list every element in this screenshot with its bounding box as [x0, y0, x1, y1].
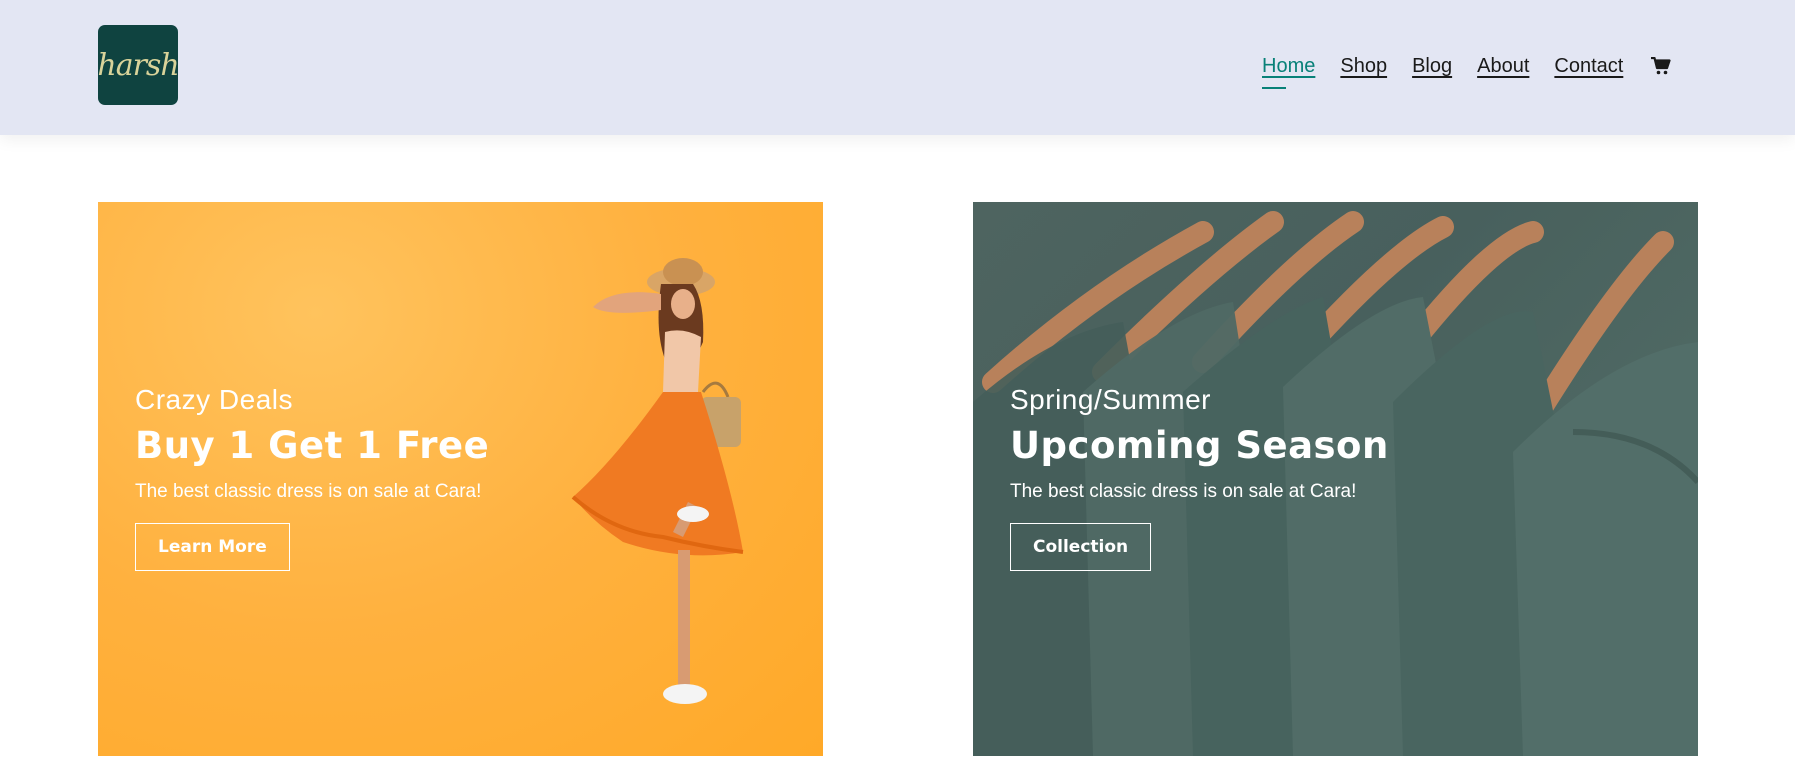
banner-season-content: Spring/Summer Upcoming Season The best c…: [1010, 384, 1389, 571]
banner-text: The best classic dress is on sale at Car…: [1010, 481, 1357, 502]
nav-shop[interactable]: Shop: [1340, 52, 1387, 80]
site-header: harsh Home Shop Blog About Contact: [0, 0, 1795, 135]
banner-deals-content: Crazy Deals Buy 1 Get 1 Free The best cl…: [135, 384, 489, 571]
nav-home[interactable]: Home: [1262, 52, 1315, 89]
cart-icon[interactable]: [1650, 55, 1672, 77]
banner-title: Buy 1 Get 1 Free: [135, 424, 490, 467]
banner-subtitle: Crazy Deals: [135, 384, 293, 415]
banner-subtitle: Spring/Summer: [1010, 384, 1212, 415]
collection-button[interactable]: Collection: [1010, 523, 1152, 571]
model-image: [571, 258, 744, 704]
main-nav: Home Shop Blog About Contact: [1262, 52, 1672, 89]
banner-text: The best classic dress is on sale at Car…: [135, 481, 482, 502]
nav-about[interactable]: About: [1477, 52, 1529, 80]
nav-contact[interactable]: Contact: [1554, 52, 1623, 80]
logo-text: harsh: [97, 47, 179, 83]
banner-title: Upcoming Season: [1010, 424, 1389, 467]
banner-deals: Crazy Deals Buy 1 Get 1 Free The best cl…: [98, 202, 823, 756]
logo[interactable]: harsh: [97, 25, 180, 105]
banner-season: Spring/Summer Upcoming Season The best c…: [973, 202, 1698, 756]
nav-blog[interactable]: Blog: [1412, 52, 1452, 80]
learn-more-button[interactable]: Learn More: [135, 523, 290, 571]
